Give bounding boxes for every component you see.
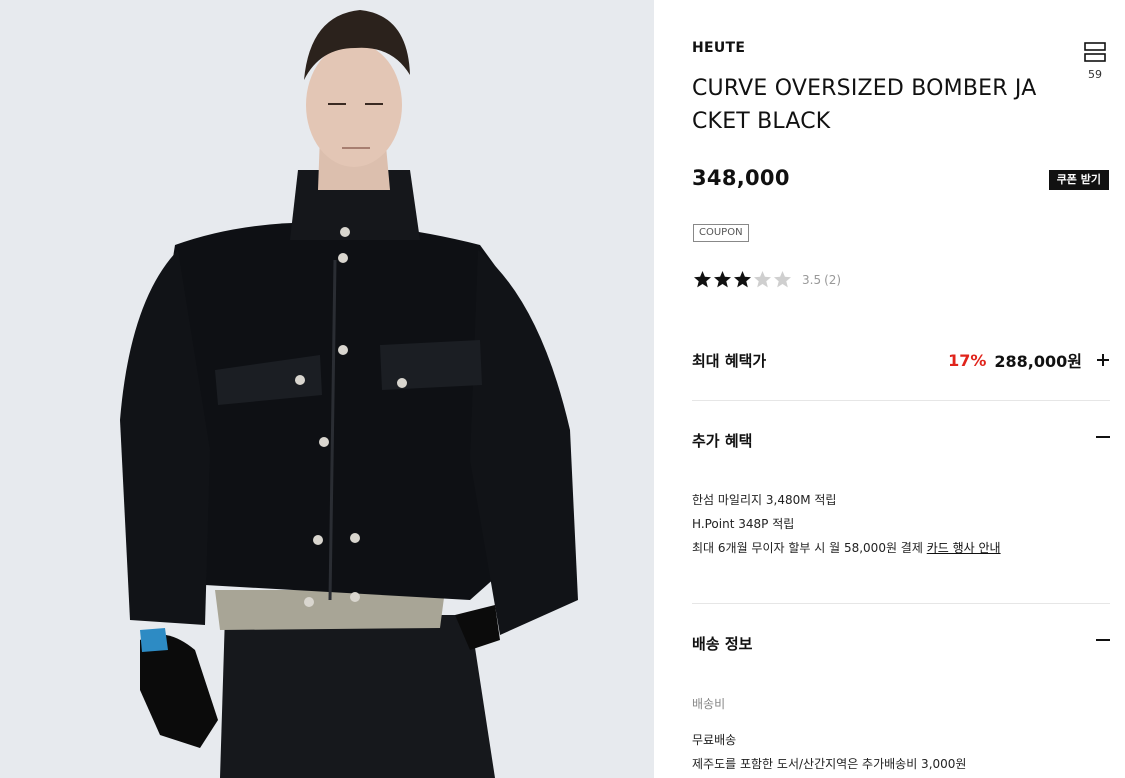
star-icon [694,271,711,288]
discount-rate: 17% [948,350,987,370]
product-title: CURVE OVERSIZED BOMBER JACKET BLACK [692,76,1037,134]
get-coupon-button[interactable]: 쿠폰 받기 [1048,170,1109,190]
shipping-fee-label: 배송비 [692,697,726,711]
max-benefit-value: 17% 288,000원 [948,348,1110,372]
minus-icon[interactable] [1096,436,1110,438]
rating-stars [693,270,792,289]
installment-text: 최대 6개월 무이자 할부 시 월 58,000원 결제 [692,541,923,555]
star-icon [774,271,791,288]
divider [692,400,1110,401]
product-detail-page: HEUTE CURVE OVERSIZED BOMBER JACKET BLAC… [0,0,1125,778]
rating[interactable]: 3.5 (2) [693,270,844,289]
extra-benefit-label: 추가 혜택 [692,432,753,450]
minus-icon[interactable] [1096,639,1110,641]
star-icon [714,271,731,288]
hpoint-line: H.Point 348P 적립 [692,517,795,531]
bookmark-icon [1084,42,1106,62]
brand-name[interactable]: HEUTE [692,40,745,56]
remote-area-fee: 제주도를 포함한 도서/산간지역은 추가배송비 3,000원 [692,757,967,771]
model-photo [0,0,654,778]
star-icon [754,271,771,288]
product-image[interactable] [0,0,654,778]
max-benefit-row[interactable]: 최대 혜택가 17% 288,000원 [692,348,1110,372]
star-icon [734,271,751,288]
bookmark-count: 59 [1088,68,1102,81]
free-shipping: 무료배송 [692,733,737,747]
divider [692,603,1110,604]
shipping-header[interactable]: 배송 정보 [692,633,1110,655]
mileage-line: 한섬 마일리지 3,480M 적립 [692,493,837,507]
rating-summary: 3.5 (2) [802,273,844,287]
coupon-badge: COUPON [693,224,749,242]
shipping-info: 배송비 무료배송 제주도를 포함한 도서/산간지역은 추가배송비 3,000원 [692,692,1110,776]
max-benefit-label: 최대 혜택가 [692,352,767,370]
product-info-panel: HEUTE CURVE OVERSIZED BOMBER JACKET BLAC… [692,0,1110,778]
shipping-label: 배송 정보 [692,635,753,653]
extra-benefit-header[interactable]: 추가 혜택 [692,430,1110,452]
extra-benefit-list: 한섬 마일리지 3,480M 적립 H.Point 348P 적립 최대 6개월… [692,488,1110,560]
plus-icon[interactable] [1096,353,1110,367]
benefit-price: 288,000원 [994,352,1082,371]
product-price: 348,000 [692,166,790,190]
rating-count: (2) [824,272,842,287]
rating-score: 3.5 [802,272,822,287]
card-event-link[interactable]: 카드 행사 안내 [927,541,1001,555]
installment-line: 최대 6개월 무이자 할부 시 월 58,000원 결제 카드 행사 안내 [692,536,1110,560]
bookmark-button[interactable]: 59 [1082,42,1108,81]
